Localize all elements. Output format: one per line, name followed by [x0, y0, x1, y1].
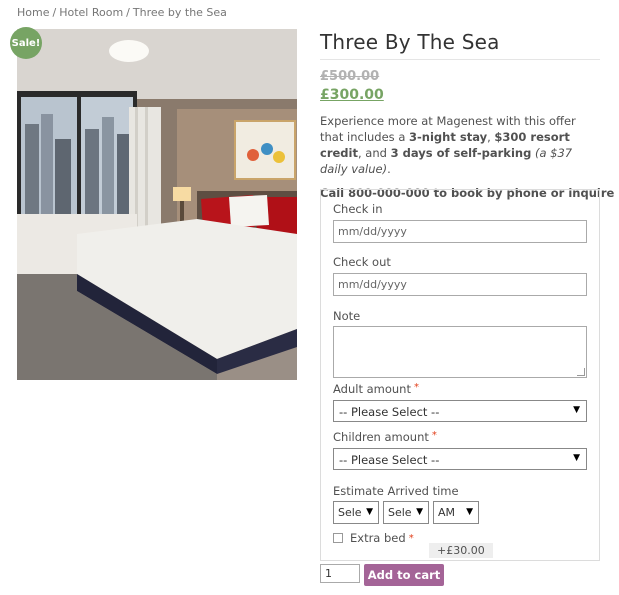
- dropdown-arrow-icon: ▼: [573, 405, 580, 415]
- product-summary: Three By The Sea £500.00 £300.00 Experie…: [320, 30, 614, 200]
- product-description: Experience more at Magenest with this of…: [320, 114, 576, 176]
- hotel-room-photo: [17, 29, 297, 380]
- product-title: Three By The Sea: [320, 30, 600, 60]
- sale-badge: Sale!: [10, 27, 42, 59]
- required-mark: *: [431, 430, 437, 441]
- extra-bed-price: +£30.00: [429, 543, 493, 558]
- check-out-label: Check out: [333, 255, 391, 269]
- note-textarea[interactable]: [333, 326, 587, 378]
- add-to-cart-button[interactable]: Add to cart: [364, 564, 444, 586]
- extra-bed-label: Extra bed: [350, 531, 406, 545]
- regular-price: £500.00: [320, 69, 380, 84]
- arrival-time-label: Estimate Arrived time: [333, 484, 459, 498]
- children-amount-label: Children amount *: [333, 430, 437, 444]
- adult-amount-label: Adult amount *: [333, 382, 419, 396]
- breadcrumb-home-link[interactable]: Home: [17, 6, 49, 19]
- arrival-hour-select[interactable]: Sele ▼: [333, 501, 379, 524]
- breadcrumb-current: Three by the Sea: [132, 6, 227, 19]
- breadcrumb: Home / Hotel Room / Three by the Sea: [17, 6, 227, 19]
- adult-amount-select[interactable]: -- Please Select -- ▼: [333, 400, 587, 422]
- arrival-ampm-select[interactable]: AM ▼: [433, 501, 479, 524]
- required-mark: *: [408, 532, 414, 544]
- dropdown-arrow-icon: ▼: [466, 507, 473, 517]
- dropdown-arrow-icon: ▼: [416, 507, 423, 517]
- breadcrumb-separator: /: [126, 6, 130, 19]
- breadcrumb-category-link[interactable]: Hotel Room: [59, 6, 123, 19]
- resize-handle-icon[interactable]: [577, 368, 585, 376]
- check-out-input[interactable]: mm/dd/yyyy: [333, 273, 587, 296]
- check-in-label: Check in: [333, 202, 383, 216]
- booking-form: Check in mm/dd/yyyy Check out mm/dd/yyyy…: [320, 189, 600, 561]
- quantity-input[interactable]: 1: [320, 564, 360, 583]
- arrival-minute-select[interactable]: Sele ▼: [383, 501, 429, 524]
- product-image[interactable]: [17, 29, 297, 380]
- extra-bed-checkbox[interactable]: [333, 533, 343, 543]
- children-amount-select[interactable]: -- Please Select -- ▼: [333, 448, 587, 470]
- note-label: Note: [333, 309, 361, 323]
- breadcrumb-separator: /: [52, 6, 57, 19]
- required-mark: *: [413, 382, 419, 393]
- extra-bed-option[interactable]: Extra bed *: [333, 531, 414, 545]
- check-in-input[interactable]: mm/dd/yyyy: [333, 220, 587, 243]
- sale-price: £300.00: [320, 87, 384, 103]
- dropdown-arrow-icon: ▼: [366, 507, 373, 517]
- dropdown-arrow-icon: ▼: [573, 453, 580, 463]
